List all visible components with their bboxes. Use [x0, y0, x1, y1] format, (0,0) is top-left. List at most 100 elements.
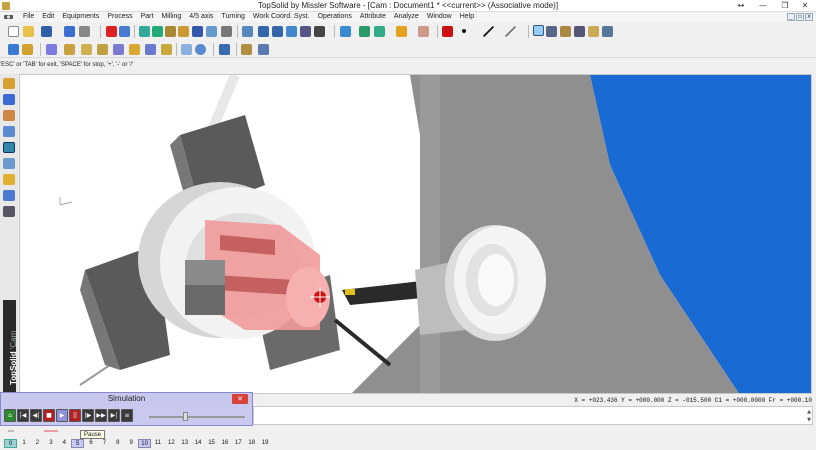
layer-0[interactable]: 0 [4, 439, 18, 448]
parting-icon[interactable] [129, 44, 140, 55]
menu-item-operations[interactable]: Operations [318, 12, 352, 22]
zoom-icon[interactable] [340, 26, 351, 37]
color-red-swatch[interactable] [442, 26, 453, 37]
layer-2[interactable]: 2 [31, 439, 44, 448]
undo-icon[interactable] [119, 26, 130, 37]
menu-item-part[interactable]: Part [141, 12, 154, 22]
render-icon[interactable] [396, 26, 407, 37]
shape-cube-icon[interactable] [3, 94, 15, 105]
sim-options-icon[interactable]: ≡ [121, 409, 133, 422]
menu-item-work-coord-syst[interactable]: Work Coord. Syst. [253, 12, 310, 22]
boring-icon[interactable] [113, 44, 124, 55]
cam-module-icon[interactable] [4, 13, 13, 21]
tool-manager-icon[interactable] [3, 190, 15, 201]
nc-program-icon[interactable] [219, 44, 230, 55]
layer-19[interactable]: 19 [258, 439, 271, 448]
graphics-viewport[interactable] [19, 74, 812, 394]
layer-8[interactable]: 8 [111, 439, 124, 448]
layer-17[interactable]: 17 [232, 439, 245, 448]
turning-mode-icon[interactable] [3, 158, 15, 169]
save-icon[interactable] [41, 26, 52, 37]
facing-icon[interactable] [64, 44, 75, 55]
mdi-restore-button[interactable]: ▫ [796, 13, 804, 21]
process-icon[interactable] [192, 26, 203, 37]
axis-icon[interactable] [258, 26, 269, 37]
line-style-icon[interactable] [483, 26, 494, 37]
layer-4[interactable]: 4 [58, 439, 71, 448]
tool-icon[interactable] [165, 26, 176, 37]
layer-16[interactable]: 16 [218, 439, 231, 448]
drill-icon[interactable] [206, 26, 217, 37]
delete-icon[interactable] [106, 26, 117, 37]
shape-icon[interactable] [152, 26, 163, 37]
pick-icon[interactable] [242, 26, 253, 37]
menu-item-turning[interactable]: Turning [221, 12, 244, 22]
menu-item-analyze[interactable]: Analyze [394, 12, 419, 22]
export-icon[interactable] [602, 26, 613, 37]
cross-axis-icon[interactable] [272, 26, 283, 37]
menu-item-milling[interactable]: Milling [161, 12, 181, 22]
layer-10[interactable]: 10 [137, 439, 152, 448]
menu-item-edit[interactable]: Edit [42, 12, 54, 22]
menu-item-window[interactable]: Window [427, 12, 452, 22]
columns-icon[interactable] [560, 26, 571, 37]
sim-step-back-icon[interactable]: ◀| [30, 409, 42, 422]
sim-pause-icon[interactable]: || [69, 409, 81, 422]
post-processor-icon[interactable] [258, 44, 269, 55]
simulation-slider-thumb[interactable] [182, 412, 188, 421]
layer-14[interactable]: 14 [191, 439, 204, 448]
drilling-op-icon[interactable] [161, 44, 172, 55]
print-icon[interactable] [79, 26, 90, 37]
layer-9[interactable]: 9 [125, 439, 138, 448]
scroll-arrows-icon[interactable]: ▲ ▼ [807, 408, 811, 424]
sim-first-icon[interactable]: |◀ [17, 409, 29, 422]
threading-icon[interactable] [97, 44, 108, 55]
simulation-close-button[interactable]: ✕ [232, 394, 248, 404]
sim-play-icon[interactable]: ▶ [56, 409, 68, 422]
layer-icon[interactable] [139, 26, 150, 37]
menu-item-help[interactable]: Help [460, 12, 474, 22]
view-icon[interactable] [374, 26, 385, 37]
tree-icon[interactable] [546, 26, 557, 37]
sim-fast-forward-icon[interactable]: ▶▶ [95, 409, 107, 422]
new-document-icon[interactable] [8, 26, 19, 37]
sketch-pencil-icon[interactable] [3, 78, 15, 89]
layer-18[interactable]: 18 [245, 439, 258, 448]
line-pattern-icon[interactable] [505, 26, 516, 37]
simulation-speed-slider[interactable] [149, 416, 245, 418]
curve-tool-icon[interactable] [3, 110, 15, 121]
contour-icon[interactable] [145, 44, 156, 55]
user-icon[interactable] [3, 206, 15, 217]
tool-library-icon[interactable] [181, 44, 192, 55]
layer-7[interactable]: 7 [98, 439, 111, 448]
open-folder-icon[interactable] [23, 26, 34, 37]
sim-home-icon[interactable]: ⌂ [4, 409, 16, 422]
stock-icon[interactable] [22, 44, 33, 55]
layer-13[interactable]: 13 [178, 439, 191, 448]
restore-arrows-icon[interactable]: ↔ [730, 0, 752, 11]
tag-icon[interactable] [314, 26, 325, 37]
grid-toggle-icon[interactable] [533, 25, 544, 36]
setup-sheet-icon[interactable] [241, 44, 252, 55]
tool-change-icon[interactable] [195, 44, 206, 55]
menu-item-file[interactable]: File [23, 12, 34, 22]
layer-11[interactable]: 11 [151, 439, 164, 448]
menu-item-equipments[interactable]: Equipments [62, 12, 99, 22]
milling-mode-icon[interactable] [3, 174, 15, 185]
mdi-minimize-button[interactable]: _ [787, 13, 795, 21]
close-button[interactable]: ✕ [794, 0, 816, 11]
hook-icon[interactable] [300, 26, 311, 37]
layer-15[interactable]: 15 [205, 439, 218, 448]
sim-stop-icon[interactable]: ■ [43, 409, 55, 422]
point-style-icon[interactable] [462, 29, 466, 33]
grooving-icon[interactable] [81, 44, 92, 55]
maximize-button[interactable]: ❐ [774, 0, 796, 11]
mdi-close-button[interactable]: x [805, 13, 813, 21]
minimize-button[interactable]: — [752, 0, 774, 11]
menu-item-process[interactable]: Process [107, 12, 132, 22]
assembly-icon[interactable] [3, 126, 15, 137]
layer-3[interactable]: 3 [44, 439, 57, 448]
building-icon[interactable] [286, 26, 297, 37]
layer-5[interactable]: 5 [70, 439, 85, 448]
sim-last-icon[interactable]: ▶| [108, 409, 120, 422]
